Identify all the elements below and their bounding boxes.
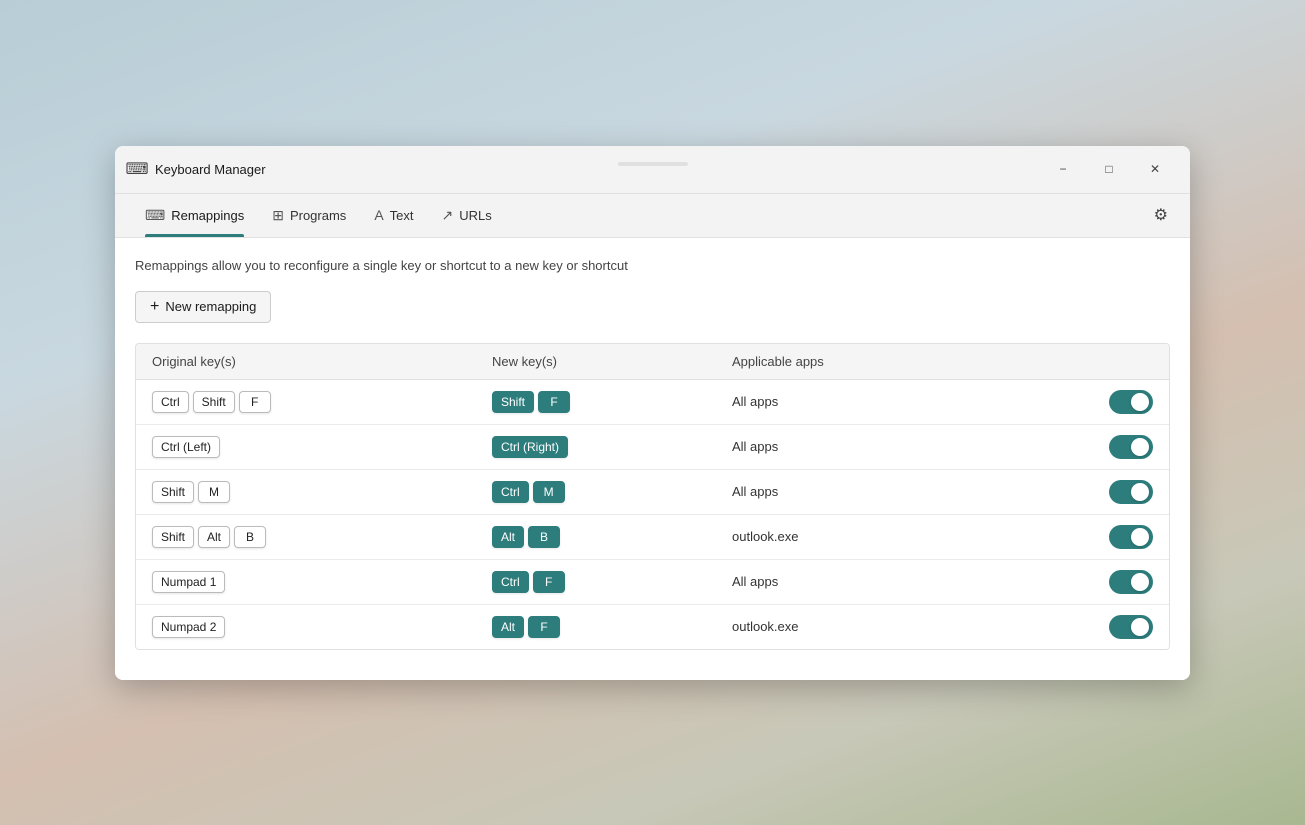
original-keys-cell: Ctrl (Left)	[152, 436, 492, 458]
description-text: Remappings allow you to reconfigure a si…	[135, 258, 1170, 273]
key-chip-mapped: Alt	[492, 616, 524, 638]
new-keys-cell: Ctrl (Right)	[492, 436, 732, 458]
app-cell: All apps	[732, 390, 1153, 414]
new-keys-cell: Ctrl F	[492, 571, 732, 593]
app-cell: outlook.exe	[732, 615, 1153, 639]
key-chip-mapped: Ctrl	[492, 571, 529, 593]
tab-urls-label: URLs	[459, 208, 492, 223]
key-chip: Shift	[193, 391, 235, 413]
key-chip-mapped: F	[538, 391, 570, 413]
key-chip: Ctrl (Left)	[152, 436, 220, 458]
table-row: Numpad 2 Alt F outlook.exe	[136, 605, 1169, 649]
toggle-switch[interactable]	[1109, 525, 1153, 549]
key-chip: Numpad 1	[152, 571, 225, 593]
remappings-icon: ⌨	[145, 207, 165, 224]
key-chip: Numpad 2	[152, 616, 225, 638]
key-chip-mapped: Ctrl (Right)	[492, 436, 568, 458]
table-header: Original key(s) New key(s) Applicable ap…	[136, 344, 1169, 380]
app-cell: All apps	[732, 570, 1153, 594]
minimize-button[interactable]: −	[1040, 153, 1086, 185]
toggle-switch[interactable]	[1109, 435, 1153, 459]
maximize-button[interactable]: □	[1086, 153, 1132, 185]
key-chip: Ctrl	[152, 391, 189, 413]
app-name: All apps	[732, 394, 778, 409]
tab-remappings[interactable]: ⌨ Remappings	[131, 193, 258, 237]
new-remapping-label: New remapping	[165, 299, 256, 314]
search-bar	[618, 162, 688, 166]
app-cell: All apps	[732, 435, 1153, 459]
settings-button[interactable]: ⚙	[1148, 199, 1174, 231]
app-name: All apps	[732, 574, 778, 589]
original-keys-cell: Shift M	[152, 481, 492, 503]
key-chip-mapped: M	[533, 481, 565, 503]
tab-urls[interactable]: ↗ URLs	[428, 193, 506, 237]
original-keys-cell: Numpad 2	[152, 616, 492, 638]
new-keys-cell: Ctrl M	[492, 481, 732, 503]
key-chip: Shift	[152, 526, 194, 548]
original-keys-cell: Ctrl Shift F	[152, 391, 492, 413]
header-apps: Applicable apps	[732, 354, 1153, 369]
table-row: Shift M Ctrl M All apps	[136, 470, 1169, 515]
original-keys-cell: Shift Alt B	[152, 526, 492, 548]
toggle-switch[interactable]	[1109, 570, 1153, 594]
key-chip-mapped: F	[533, 571, 565, 593]
header-original: Original key(s)	[152, 354, 492, 369]
table-row: Ctrl Shift F Shift F All apps	[136, 380, 1169, 425]
key-chip-mapped: Shift	[492, 391, 534, 413]
key-chip-mapped: B	[528, 526, 560, 548]
app-name: outlook.exe	[732, 529, 799, 544]
tab-programs[interactable]: ⊞ Programs	[258, 193, 360, 237]
toggle-switch[interactable]	[1109, 390, 1153, 414]
new-remapping-button[interactable]: + New remapping	[135, 291, 271, 323]
plus-icon: +	[150, 298, 159, 316]
key-chip: F	[239, 391, 271, 413]
programs-icon: ⊞	[272, 207, 284, 224]
app-cell: All apps	[732, 480, 1153, 504]
toggle-switch[interactable]	[1109, 615, 1153, 639]
app-name: All apps	[732, 484, 778, 499]
key-chip-mapped: F	[528, 616, 560, 638]
main-window: ⌨ Keyboard Manager − □ ✕ ⌨ Remappings ⊞ …	[115, 146, 1190, 680]
app-cell: outlook.exe	[732, 525, 1153, 549]
titlebar: ⌨ Keyboard Manager − □ ✕	[115, 146, 1190, 194]
tab-programs-label: Programs	[290, 208, 346, 223]
key-chip-mapped: Alt	[492, 526, 524, 548]
new-keys-cell: Shift F	[492, 391, 732, 413]
header-new: New key(s)	[492, 354, 732, 369]
window-controls: − □ ✕	[1040, 153, 1178, 185]
tab-remappings-label: Remappings	[171, 208, 244, 223]
app-icon: ⌨	[127, 159, 147, 179]
app-name: outlook.exe	[732, 619, 799, 634]
original-keys-cell: Numpad 1	[152, 571, 492, 593]
key-chip: Alt	[198, 526, 230, 548]
key-chip: Shift	[152, 481, 194, 503]
key-chip: B	[234, 526, 266, 548]
new-keys-cell: Alt B	[492, 526, 732, 548]
key-chip-mapped: Ctrl	[492, 481, 529, 503]
close-button[interactable]: ✕	[1132, 153, 1178, 185]
table-row: Numpad 1 Ctrl F All apps	[136, 560, 1169, 605]
table-row: Ctrl (Left) Ctrl (Right) All apps	[136, 425, 1169, 470]
app-title: Keyboard Manager	[155, 162, 1040, 177]
content-area: Remappings allow you to reconfigure a si…	[115, 238, 1190, 680]
remappings-table: Original key(s) New key(s) Applicable ap…	[135, 343, 1170, 650]
urls-icon: ↗	[442, 207, 454, 224]
new-keys-cell: Alt F	[492, 616, 732, 638]
nav-bar: ⌨ Remappings ⊞ Programs A Text ↗ URLs ⚙	[115, 194, 1190, 238]
app-name: All apps	[732, 439, 778, 454]
text-icon: A	[374, 207, 383, 223]
table-row: Shift Alt B Alt B outlook.exe	[136, 515, 1169, 560]
tab-text[interactable]: A Text	[360, 193, 427, 237]
key-chip: M	[198, 481, 230, 503]
toggle-switch[interactable]	[1109, 480, 1153, 504]
tab-text-label: Text	[390, 208, 414, 223]
